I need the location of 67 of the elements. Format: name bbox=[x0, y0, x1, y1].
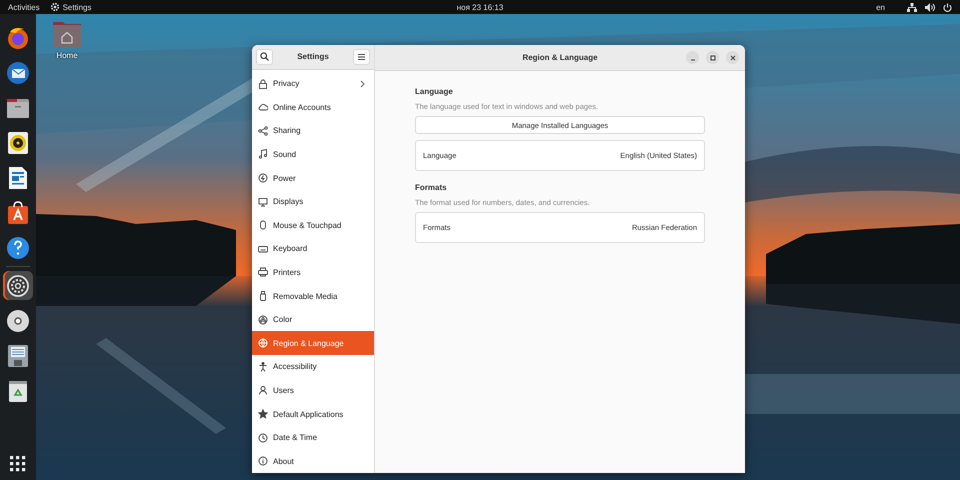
star-icon bbox=[258, 409, 268, 420]
printer-icon bbox=[258, 267, 268, 278]
power-icon bbox=[258, 173, 268, 184]
sidebar-item[interactable]: Users bbox=[252, 378, 374, 402]
globe-icon bbox=[258, 338, 268, 348]
sidebar-item[interactable]: Color bbox=[252, 308, 374, 332]
home-folder-icon[interactable] bbox=[52, 20, 82, 48]
close-icon bbox=[730, 54, 736, 60]
sidebar-item[interactable]: Mouse & Touchpad bbox=[252, 213, 374, 238]
sidebar-title: Settings bbox=[297, 52, 329, 62]
search-icon bbox=[260, 52, 269, 62]
activities-button[interactable]: Activities bbox=[8, 2, 40, 12]
section-heading: Language bbox=[415, 87, 454, 96]
input-source-indicator[interactable]: en bbox=[876, 2, 885, 12]
maximize-icon bbox=[710, 54, 716, 60]
music-note-icon bbox=[258, 149, 268, 160]
menu-icon bbox=[358, 54, 365, 60]
monitor-icon bbox=[258, 196, 268, 207]
help-icon bbox=[6, 236, 30, 260]
power-icon[interactable] bbox=[943, 2, 952, 12]
trash-icon bbox=[6, 378, 30, 402]
minimize-button[interactable] bbox=[686, 51, 699, 64]
network-icon[interactable] bbox=[907, 2, 917, 12]
close-button[interactable] bbox=[726, 51, 739, 64]
sidebar-item[interactable]: Online Accounts bbox=[252, 96, 374, 120]
window-title: Region & Language bbox=[522, 53, 598, 62]
document-icon bbox=[6, 166, 30, 190]
sidebar-item[interactable]: Displays bbox=[252, 190, 374, 214]
sidebar-item[interactable]: Date & Time bbox=[252, 426, 374, 450]
settings-icon bbox=[6, 274, 30, 298]
mail-icon bbox=[6, 60, 30, 84]
menu-button[interactable] bbox=[353, 48, 370, 65]
disc-icon bbox=[6, 308, 30, 332]
sidebar-item[interactable]: Keyboard bbox=[252, 237, 374, 261]
lock-icon bbox=[258, 78, 268, 89]
mouse-icon bbox=[258, 220, 268, 230]
sidebar-item[interactable]: Printers bbox=[252, 260, 374, 284]
gear-icon bbox=[50, 2, 60, 12]
app-grid-icon[interactable] bbox=[10, 456, 26, 472]
info-icon bbox=[258, 456, 268, 466]
speaker-icon bbox=[6, 130, 30, 154]
keyboard-icon bbox=[258, 244, 268, 254]
app-menu[interactable]: Settings bbox=[50, 2, 92, 12]
desktop-icon-label[interactable]: Home bbox=[56, 51, 78, 60]
sidebar-item[interactable]: Removable Media bbox=[252, 284, 374, 308]
clock[interactable]: ноя 23 16:13 bbox=[456, 2, 504, 12]
sidebar-item[interactable]: Accessibility bbox=[252, 355, 374, 379]
palette-icon bbox=[258, 314, 268, 325]
section-heading: Formats bbox=[415, 183, 448, 192]
clock-icon bbox=[258, 432, 268, 443]
sidebar-item[interactable]: Default Applications bbox=[252, 402, 374, 426]
shopping-bag-icon bbox=[6, 200, 30, 224]
sidebar-item[interactable]: About bbox=[252, 449, 374, 473]
cloud-icon bbox=[258, 102, 268, 112]
floppy-icon bbox=[6, 344, 30, 368]
maximize-button[interactable] bbox=[706, 51, 719, 64]
sidebar-item[interactable]: Power bbox=[252, 166, 374, 190]
sidebar-item[interactable]: Sharing bbox=[252, 119, 374, 143]
search-button[interactable] bbox=[256, 48, 273, 65]
dock-item[interactable] bbox=[3, 271, 33, 300]
sidebar-item[interactable]: Sound bbox=[252, 142, 374, 166]
sidebar-item[interactable]: Region & Language bbox=[252, 331, 374, 356]
share-icon bbox=[258, 126, 268, 136]
usb-drive-icon bbox=[258, 291, 268, 302]
volume-icon[interactable] bbox=[925, 2, 935, 12]
sidebar-item[interactable]: Privacy bbox=[252, 72, 374, 96]
person-icon bbox=[258, 362, 268, 372]
